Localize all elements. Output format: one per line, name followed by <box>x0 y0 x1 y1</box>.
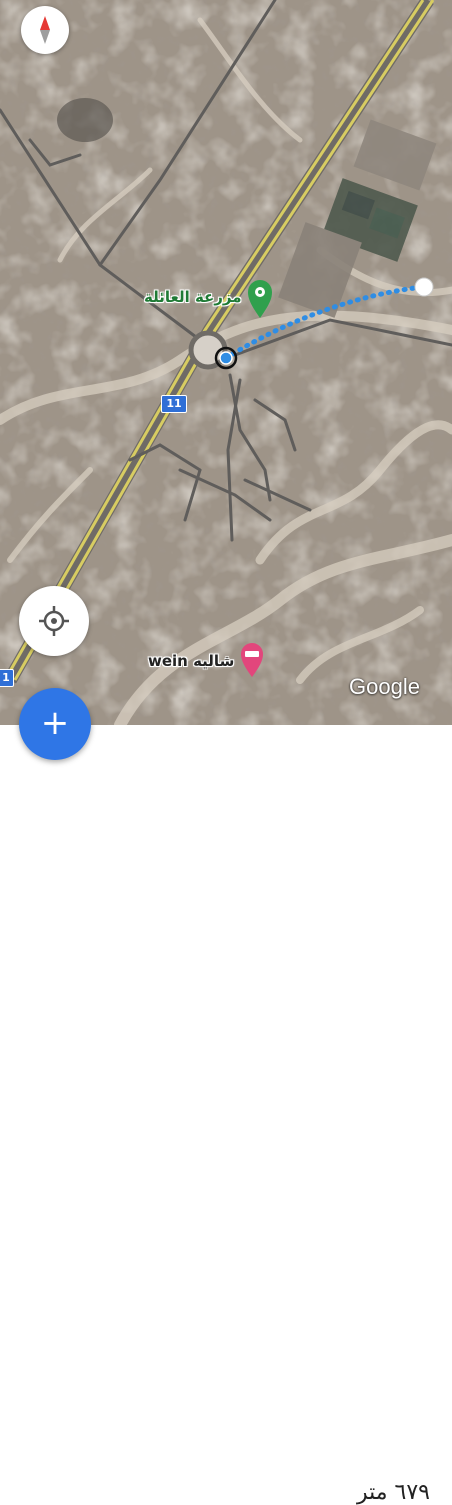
route-destination-dot[interactable] <box>414 277 434 297</box>
poi-label-farm[interactable]: مزرعة العائلة <box>144 288 242 306</box>
flower-pin-icon[interactable] <box>248 280 272 318</box>
distance-readout: ٦٧٩ متر <box>356 1480 430 1505</box>
google-attribution: Google <box>349 674 420 699</box>
poi-label-chalet[interactable]: شاليه wein <box>148 652 234 670</box>
compass-icon <box>40 16 50 44</box>
my-location-button[interactable] <box>19 586 89 656</box>
bed-pin-icon[interactable] <box>241 643 263 677</box>
my-location-icon <box>39 606 69 636</box>
road-number-shield-edge: 1 <box>0 669 14 687</box>
plus-icon: + <box>40 703 70 743</box>
route-origin-dot[interactable] <box>219 351 233 365</box>
road-number-shield: 11 <box>161 395 187 413</box>
add-button[interactable]: + <box>19 688 91 760</box>
map-view[interactable]: مزرعة العائلة شاليه wein 11 1 Google <box>0 0 452 725</box>
compass-button[interactable] <box>21 6 69 54</box>
